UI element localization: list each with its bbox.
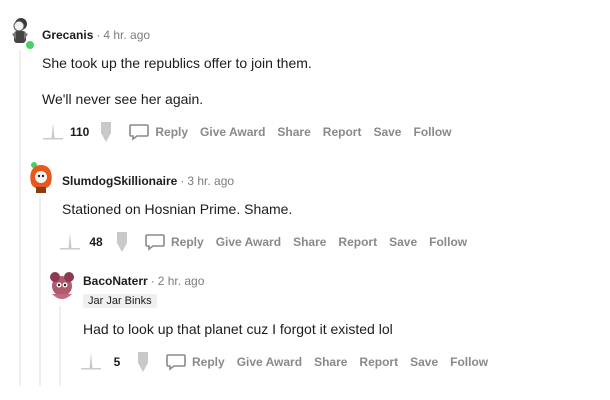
reply-icon (129, 123, 150, 141)
comment-header: BacoNaterr · 2 hr. ago (83, 274, 205, 288)
avatar[interactable] (46, 268, 78, 304)
downvote-icon[interactable] (93, 120, 119, 144)
timestamp[interactable]: 3 hr. ago (187, 174, 234, 188)
report-button[interactable]: Report (359, 355, 398, 369)
downvote-icon[interactable] (109, 230, 135, 254)
share-button[interactable]: Share (277, 125, 310, 139)
comment-actions: 110 Reply Give Award Share Report Save F… (40, 120, 463, 144)
thread-line-2[interactable] (39, 196, 41, 386)
timestamp[interactable]: 4 hr. ago (103, 28, 150, 42)
report-button[interactable]: Report (323, 125, 362, 139)
snoo-avatar-icon (30, 162, 52, 193)
user-flair: Jar Jar Binks (83, 294, 157, 308)
upvote-icon[interactable] (57, 230, 83, 254)
follow-button[interactable]: Follow (413, 125, 451, 139)
save-button[interactable]: Save (389, 235, 417, 249)
reply-button[interactable]: Reply (145, 233, 204, 251)
vote-count: 5 (113, 355, 121, 369)
reply-icon (166, 353, 186, 371)
share-button[interactable]: Share (314, 355, 347, 369)
comment-text: Stationed on Hosnian Prime. Shame. (62, 201, 293, 217)
upvote-icon[interactable] (40, 120, 66, 144)
comment-actions: 5 Reply Give Award Share Report Save Fol… (78, 350, 500, 374)
author-name[interactable]: BacoNaterr (83, 274, 148, 288)
avatar[interactable] (27, 161, 55, 195)
give-award-button[interactable]: Give Award (216, 235, 281, 249)
thread-line-3[interactable] (59, 306, 61, 386)
upvote-icon[interactable] (78, 350, 104, 374)
comment-header: Grecanis · 4 hr. ago (42, 28, 151, 42)
comment-text: We'll never see her again. (42, 91, 204, 107)
comment-actions: 48 Reply Give Award Share Report Save Fo… (57, 230, 479, 254)
comment-text: She took up the republics offer to join … (42, 55, 312, 71)
give-award-button[interactable]: Give Award (200, 125, 265, 139)
follow-button[interactable]: Follow (450, 355, 488, 369)
snoo-avatar-icon (50, 272, 74, 299)
author-name[interactable]: Grecanis (42, 28, 93, 42)
reply-button[interactable]: Reply (166, 353, 225, 371)
save-button[interactable]: Save (373, 125, 401, 139)
thread-line-1[interactable] (19, 50, 21, 386)
reply-icon (145, 233, 165, 251)
timestamp[interactable]: 2 hr. ago (158, 274, 205, 288)
save-button[interactable]: Save (410, 355, 438, 369)
vote-count: 48 (89, 235, 103, 249)
downvote-icon[interactable] (130, 350, 156, 374)
vote-count: 110 (70, 125, 90, 139)
comment-text: Had to look up that planet cuz I forgot … (83, 321, 393, 337)
online-status-indicator (24, 39, 36, 51)
give-award-button[interactable]: Give Award (237, 355, 302, 369)
report-button[interactable]: Report (338, 235, 377, 249)
comment-header: SlumdogSkillionaire · 3 hr. ago (62, 174, 235, 188)
share-button[interactable]: Share (293, 235, 326, 249)
follow-button[interactable]: Follow (429, 235, 467, 249)
reply-button[interactable]: Reply (129, 123, 188, 141)
author-name[interactable]: SlumdogSkillionaire (62, 174, 177, 188)
